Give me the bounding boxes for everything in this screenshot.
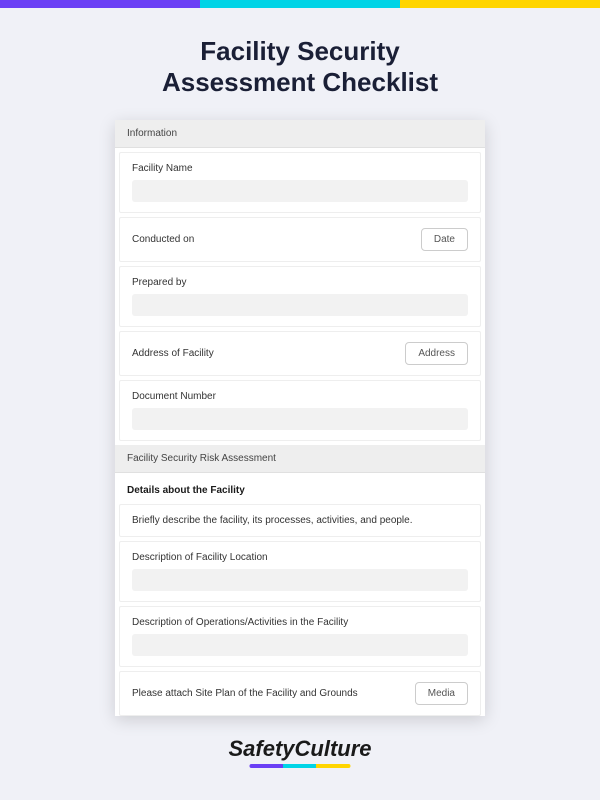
- top-accent-bar: [0, 0, 600, 8]
- facility-name-input[interactable]: [132, 180, 468, 202]
- facility-location-label: Description of Facility Location: [132, 552, 468, 563]
- footer-logo: SafetyCulture: [228, 736, 371, 768]
- conducted-on-label: Conducted on: [132, 234, 194, 245]
- date-button[interactable]: Date: [421, 228, 468, 251]
- section-header-information: Information: [115, 120, 485, 148]
- form-card: Information Facility Name Conducted on D…: [115, 120, 485, 716]
- accent-cyan: [200, 0, 400, 8]
- accent-yellow: [400, 0, 600, 8]
- field-prepared-by: Prepared by: [119, 266, 481, 327]
- facility-name-label: Facility Name: [132, 163, 468, 174]
- title-line2: Assessment Checklist: [162, 67, 438, 97]
- address-button[interactable]: Address: [405, 342, 468, 365]
- operations-input[interactable]: [132, 634, 468, 656]
- prepared-by-label: Prepared by: [132, 277, 468, 288]
- field-document-number: Document Number: [119, 380, 481, 441]
- media-button[interactable]: Media: [415, 682, 468, 705]
- site-plan-label: Please attach Site Plan of the Facility …: [132, 688, 358, 699]
- brand-underline: [250, 764, 350, 768]
- prepared-by-input[interactable]: [132, 294, 468, 316]
- field-describe-facility: Briefly describe the facility, its proce…: [119, 504, 481, 537]
- document-number-input[interactable]: [132, 408, 468, 430]
- section-header-risk-assessment: Facility Security Risk Assessment: [115, 445, 485, 473]
- field-operations: Description of Operations/Activities in …: [119, 606, 481, 667]
- field-facility-location: Description of Facility Location: [119, 541, 481, 602]
- brand-name: SafetyCulture: [228, 736, 371, 761]
- field-site-plan: Please attach Site Plan of the Facility …: [119, 671, 481, 716]
- subsection-details-facility: Details about the Facility: [115, 473, 485, 504]
- facility-location-input[interactable]: [132, 569, 468, 591]
- operations-label: Description of Operations/Activities in …: [132, 617, 468, 628]
- field-address: Address of Facility Address: [119, 331, 481, 376]
- document-number-label: Document Number: [132, 391, 468, 402]
- page-title: Facility Security Assessment Checklist: [0, 36, 600, 98]
- describe-facility-label: Briefly describe the facility, its proce…: [132, 515, 413, 526]
- title-line1: Facility Security: [200, 36, 399, 66]
- accent-purple: [0, 0, 200, 8]
- field-facility-name: Facility Name: [119, 152, 481, 213]
- address-label: Address of Facility: [132, 348, 214, 359]
- field-conducted-on: Conducted on Date: [119, 217, 481, 262]
